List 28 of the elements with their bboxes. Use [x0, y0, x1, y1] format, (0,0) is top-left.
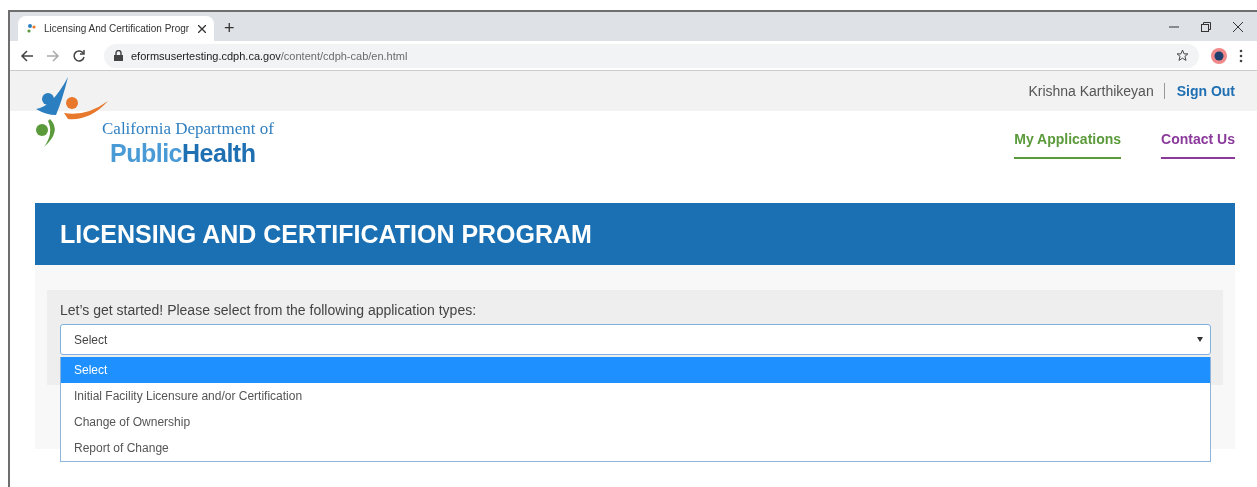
- dropdown-caret-icon: [1197, 337, 1203, 342]
- user-name: Krishna Karthikeyan: [1028, 83, 1165, 99]
- new-tab-button[interactable]: +: [214, 18, 245, 39]
- dropdown-option[interactable]: Report of Change: [61, 435, 1210, 461]
- nav-link[interactable]: Contact Us: [1161, 131, 1235, 159]
- profile-avatar-icon[interactable]: [1211, 47, 1227, 64]
- menu-icon[interactable]: [1239, 48, 1243, 63]
- logo-tagline: California Department of: [102, 119, 274, 139]
- close-icon[interactable]: [1233, 21, 1243, 32]
- star-icon[interactable]: [1176, 49, 1189, 62]
- address-bar[interactable]: eformsusertesting.cdph.ca.gov/content/cdph-cab/en.html: [104, 43, 1199, 68]
- lock-icon: [114, 50, 123, 61]
- page-title: LICENSING AND CERTIFICATION PROGRAM: [60, 219, 592, 249]
- browser-tab[interactable]: Licensing And Certification Progr: [18, 16, 214, 41]
- favicon-icon: [26, 22, 38, 35]
- nav-link[interactable]: My Applications: [1014, 131, 1122, 159]
- logo-wordmark: PublicHealth: [110, 139, 257, 168]
- sign-out-link[interactable]: Sign Out: [1164, 83, 1235, 99]
- restore-icon[interactable]: [1201, 21, 1211, 32]
- reload-icon[interactable]: [72, 48, 86, 63]
- tab-title: Licensing And Certification Progr: [44, 23, 190, 34]
- dropdown-option[interactable]: Change of Ownership: [61, 409, 1210, 435]
- form-prompt: Let’s get started! Please select from the following application types:: [60, 302, 478, 318]
- dropdown-option[interactable]: Initial Facility Licensure and/or Certification: [61, 383, 1210, 409]
- close-tab-icon[interactable]: [198, 24, 206, 33]
- address-url: eformsusertesting.cdph.ca.gov/content/cdph-cab/en.html: [131, 49, 408, 62]
- application-type-select[interactable]: Select: [60, 324, 1211, 355]
- back-icon[interactable]: [20, 48, 34, 63]
